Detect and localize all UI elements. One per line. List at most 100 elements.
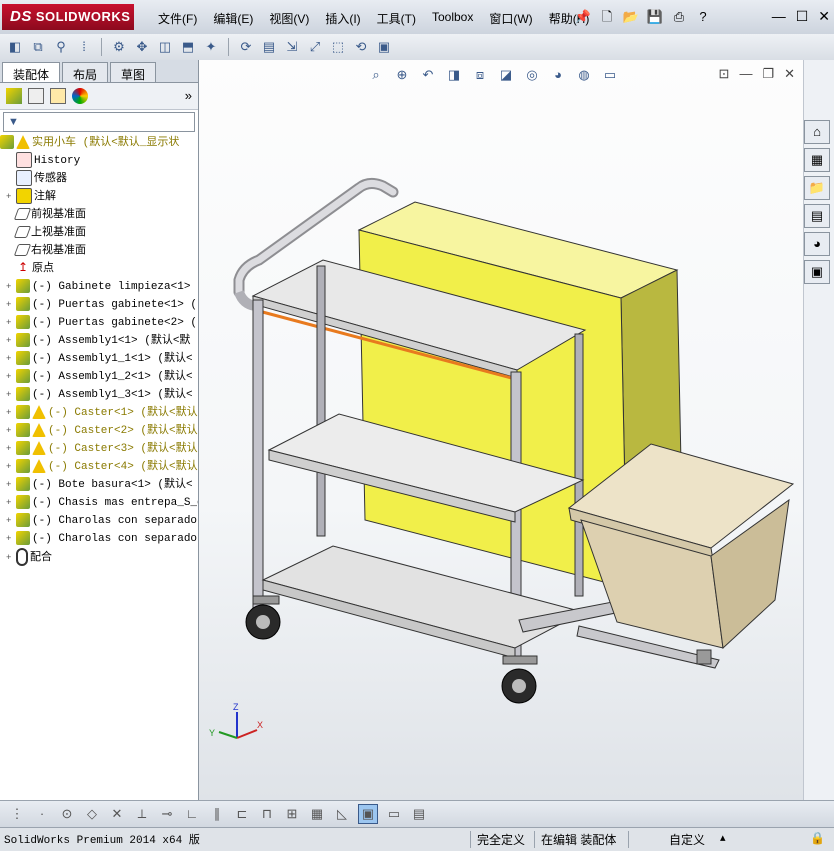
dimension-icon[interactable]: ⊞ (283, 805, 301, 823)
tree-item[interactable]: 前视基准面 (0, 206, 198, 224)
filter-field[interactable]: ▼ (3, 112, 195, 132)
view-palette-icon[interactable]: ▤ (804, 204, 830, 228)
tree-item[interactable]: + (-) Charolas con separador (0, 530, 198, 548)
tab-layout[interactable]: 布局 (62, 62, 109, 82)
vertical-icon[interactable]: ⊓ (258, 805, 276, 823)
menu-window[interactable]: 窗口(W) (481, 8, 540, 29)
minimize-icon[interactable]: — (772, 8, 786, 25)
maximize-icon[interactable]: ☐ (796, 8, 809, 25)
expand-toggle-icon[interactable]: + (6, 278, 16, 296)
file-explorer-icon[interactable]: 📁 (804, 176, 830, 200)
explode-line-icon[interactable]: ⤢ (306, 38, 324, 56)
tree-item[interactable]: + (-) Puertas gabinete<1> ( (0, 296, 198, 314)
tree-item[interactable]: 右视基准面 (0, 242, 198, 260)
angle-icon[interactable]: ◺ (333, 805, 351, 823)
menu-toolbox[interactable]: Toolbox (424, 8, 481, 29)
tree-item[interactable]: + (-) Caster<3> (默认<默认 (0, 440, 198, 458)
feature-manager-icon[interactable] (6, 88, 22, 104)
tangent-icon[interactable]: ⊸ (158, 805, 176, 823)
expand-toggle-icon[interactable]: + (6, 458, 16, 476)
tree-item[interactable]: + (-) Assembly1<1> (默认<默 (0, 332, 198, 350)
instant3d-icon[interactable]: ⬚ (329, 38, 347, 56)
save-icon[interactable]: 💾 (646, 8, 664, 26)
tree-item[interactable]: + (-) Chasis mas entrepa_S_c (0, 494, 198, 512)
units-dropdown-icon[interactable]: ▴ (720, 831, 726, 845)
edit-component-icon[interactable]: ◧ (6, 38, 24, 56)
linear-pattern-icon[interactable]: ⁞ (75, 38, 93, 56)
tree-item[interactable]: ↥ 原点 (0, 260, 198, 278)
bill-of-materials-icon[interactable]: ▤ (260, 38, 278, 56)
expand-toggle-icon[interactable]: + (6, 332, 16, 350)
point-icon[interactable]: · (33, 805, 51, 823)
wireframe-view-icon[interactable]: ▭ (385, 805, 403, 823)
tree-item[interactable]: History (0, 152, 198, 170)
tree-item[interactable]: + (-) Assembly1_2<1> (默认< (0, 368, 198, 386)
expand-toggle-icon[interactable]: + (6, 350, 16, 368)
expand-toggle-icon[interactable]: + (6, 404, 16, 422)
menu-tools[interactable]: 工具(T) (369, 8, 424, 29)
perpendicular-icon[interactable]: ∟ (183, 805, 201, 823)
smart-fasteners-icon[interactable]: ⚙ (110, 38, 128, 56)
intersection-icon[interactable]: ✕ (108, 805, 126, 823)
tree-item[interactable]: + (-) Bote basura<1> (默认< (0, 476, 198, 494)
appearances-icon[interactable]: ◕ (804, 232, 830, 256)
grid-icon[interactable]: ▦ (308, 805, 326, 823)
property-manager-icon[interactable] (28, 88, 44, 104)
graphics-area[interactable]: ⌕ ⊕ ↶ ◨ ⧈ ◪ ◎ ◕ ◍ ▭ ⊡ — ❐ ✕ Z X Y (199, 60, 803, 800)
nearest-icon[interactable]: ⟂ (133, 805, 151, 823)
display-manager-icon[interactable] (72, 88, 88, 104)
home-icon[interactable]: ⌂ (804, 120, 830, 144)
expand-toggle-icon[interactable]: + (6, 314, 16, 332)
print-icon[interactable]: ⎙ (670, 8, 688, 26)
menu-view[interactable]: 视图(V) (261, 8, 317, 29)
assembly-features-icon[interactable]: ⬒ (179, 38, 197, 56)
custom-properties-icon[interactable]: ▣ (804, 260, 830, 284)
menu-file[interactable]: 文件(F) (150, 8, 205, 29)
expand-toggle-icon[interactable]: + (6, 368, 16, 386)
expand-toggle-icon[interactable]: + (6, 440, 16, 458)
tree-item[interactable]: 传感器 (0, 170, 198, 188)
expand-toggle-icon[interactable]: + (6, 296, 16, 314)
tree-item[interactable]: + (-) Charolas con separador (0, 512, 198, 530)
expand-toggle-icon[interactable]: + (6, 512, 16, 530)
expand-toggle-icon[interactable]: + (6, 494, 16, 512)
new-motion-study-icon[interactable]: ⟳ (237, 38, 255, 56)
menu-insert[interactable]: 插入(I) (317, 8, 368, 29)
horizontal-icon[interactable]: ⊏ (233, 805, 251, 823)
expand-toggle-icon[interactable]: + (6, 549, 16, 566)
mate-icon[interactable]: ⚲ (52, 38, 70, 56)
menu-edit[interactable]: 编辑(E) (205, 8, 261, 29)
expand-toggle-icon[interactable]: + (6, 476, 16, 494)
center-point-icon[interactable]: ⊙ (58, 805, 76, 823)
close-icon[interactable]: ✕ (818, 8, 830, 25)
expand-toggle-icon[interactable]: + (6, 188, 16, 206)
tree-item[interactable]: + 配合 (0, 548, 198, 566)
expand-toggle-icon[interactable]: + (6, 386, 16, 404)
expand-toggle-icon[interactable]: + (6, 530, 16, 548)
rebuild-icon[interactable]: 🔒 (810, 831, 825, 846)
move-component-icon[interactable]: ✥ (133, 38, 151, 56)
update-icon[interactable]: ⟲ (352, 38, 370, 56)
tab-assembly[interactable]: 装配体 (2, 62, 61, 82)
open-icon[interactable]: 📂 (622, 8, 640, 26)
tree-item[interactable]: + (-) Caster<4> (默认<默认 (0, 458, 198, 476)
solidworks-logo[interactable]: DS SOLIDWORKS (2, 4, 134, 30)
help-icon[interactable]: ? (694, 8, 712, 26)
reference-geometry-icon[interactable]: ✦ (202, 38, 220, 56)
tree-item[interactable]: 上视基准面 (0, 224, 198, 242)
unit-system[interactable]: 自定义 (628, 831, 705, 848)
design-library-icon[interactable]: ▦ (804, 148, 830, 172)
insert-component-icon[interactable]: ⧉ (29, 38, 47, 56)
tree-item[interactable]: + 注解 (0, 188, 198, 206)
pin-icon[interactable]: 📌 (574, 8, 592, 26)
show-hidden-icon[interactable]: ◫ (156, 38, 174, 56)
tree-item[interactable]: + (-) Assembly1_1<1> (默认< (0, 350, 198, 368)
section-icon[interactable]: ▤ (410, 805, 428, 823)
shaded-view-icon[interactable]: ▣ (358, 804, 378, 824)
snapshot-icon[interactable]: ▣ (375, 38, 393, 56)
parallel-icon[interactable]: ∥ (208, 805, 226, 823)
tree-item[interactable]: + (-) Assembly1_3<1> (默认< (0, 386, 198, 404)
tree-root[interactable]: 实用小车 (默认<默认_显示状 (0, 134, 198, 152)
tree-item[interactable]: + (-) Puertas gabinete<2> ( (0, 314, 198, 332)
expand-icon[interactable]: » (185, 88, 192, 103)
